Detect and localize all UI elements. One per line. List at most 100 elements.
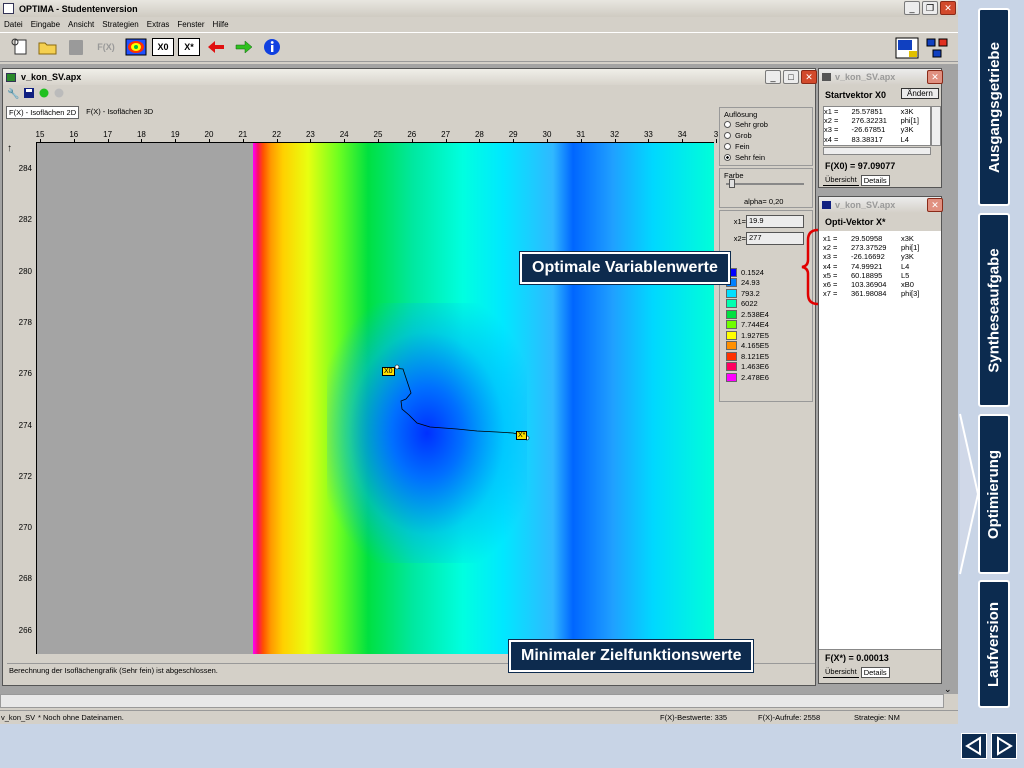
start-marker[interactable]: X0 [382, 367, 395, 376]
tab-uebersicht-opti[interactable]: Übersicht [823, 667, 859, 678]
radio-grob[interactable]: Grob [724, 130, 808, 141]
clipboard-icon[interactable] [64, 36, 88, 58]
vector-row: x1 = 25.57851 x3K [824, 107, 930, 116]
menu-datei[interactable]: Datei [0, 20, 27, 29]
start-vector-hscroll[interactable] [823, 147, 931, 155]
next-slide-icon[interactable] [991, 733, 1017, 761]
green-dot-icon[interactable] [39, 88, 49, 100]
opti-vector-close-icon[interactable]: ✕ [927, 198, 943, 212]
alpha-slider-thumb[interactable] [729, 179, 735, 188]
tab-uebersicht[interactable]: Übersicht [823, 175, 859, 186]
alpha-slider[interactable] [726, 183, 804, 185]
nav-tab-laufversion[interactable]: Laufversion [978, 580, 1010, 708]
active-tab-arrow [959, 413, 980, 575]
opti-vector-heading: Opti-Vektor X* [825, 217, 886, 227]
start-vector-heading: Startvektor X0 [825, 90, 887, 100]
vector-row-unit: L4 [901, 261, 910, 271]
x1-row: x1= 19.9 [724, 215, 808, 228]
radio-sehr-fein[interactable]: Sehr fein [724, 152, 808, 163]
legend-row: 793.2 [726, 288, 769, 299]
vector-row-unit: phi[1] [901, 243, 920, 253]
network-icon[interactable] [925, 37, 949, 61]
legend-row: 24.93 [726, 278, 769, 289]
title-bar: OPTIMA - Studentenversion [0, 0, 958, 17]
opti-vector-list: x1 = 29.50958 x3K x2 = 273.37529 phi[1] x3 = -2… [823, 234, 935, 298]
tab-details[interactable]: Details [860, 175, 890, 186]
open-folder-icon[interactable] [36, 36, 60, 58]
menu-hilfe[interactable]: Hilfe [209, 20, 233, 29]
toolbar-right [895, 37, 949, 61]
forward-arrow-icon[interactable] [232, 36, 256, 58]
y-tick-label: 268 [18, 574, 32, 584]
isoplot-icon[interactable] [124, 36, 148, 58]
scroll-down-icon[interactable]: ⌄ [944, 684, 956, 696]
vector-row-unit: y3K [900, 125, 914, 135]
start-vector-close-icon[interactable]: ✕ [927, 70, 943, 84]
tab-isoflaechen-2d[interactable]: F(X) - Isoflächen 2D [6, 106, 80, 119]
back-arrow-icon[interactable] [204, 36, 228, 58]
change-button[interactable]: Ändern [901, 88, 939, 99]
window-icon [6, 72, 16, 82]
nav-tab-syntheseaufgabe[interactable]: Syntheseaufgabe [978, 213, 1010, 407]
nav-tab-ausgangsgetriebe[interactable]: Ausgangsgetriebe [978, 8, 1010, 206]
start-vector-list: x1 = 25.57851 x3K x2 = 276.32231 phi[1] x3 = -2… [823, 106, 931, 146]
vector-row-unit: L4 [900, 134, 909, 144]
tool-icon[interactable]: 🔧 [7, 89, 19, 100]
mdi-hscrollbar[interactable] [0, 694, 944, 708]
radio-icon [724, 143, 731, 150]
y-tick-label: 280 [18, 266, 32, 276]
tab-isoflaechen-3d[interactable]: F(X) - Isoflächen 3D [82, 106, 157, 119]
child-close-icon[interactable]: ✕ [801, 70, 817, 84]
gray-dot-icon[interactable] [54, 88, 64, 100]
menu-strategien[interactable]: Strategien [98, 20, 142, 29]
isoplot-area[interactable]: X0 X* [36, 142, 714, 654]
vector-row-name: x4 = [823, 261, 838, 271]
radio-fein-label: Fein [735, 142, 750, 151]
vector-row-unit: xB0 [901, 280, 914, 290]
optimum-marker[interactable]: X* [516, 431, 528, 440]
restore-icon[interactable]: ❐ [922, 1, 938, 15]
start-vector-scrollbar[interactable] [931, 106, 941, 146]
close-icon[interactable]: ✕ [940, 1, 956, 15]
x-tick-label: 27 [441, 130, 451, 139]
callout-minimal-objective: Minimaler Zielfunktionswerte [509, 640, 754, 672]
x-tick-label: 32 [610, 130, 620, 139]
radio-sehr-fein-label: Sehr fein [735, 153, 766, 162]
opti-vector-window-title: v_kon_SV.apx [835, 200, 896, 210]
legend-value: 1.463E6 [741, 362, 769, 372]
vector-row-name: x1 = [824, 107, 839, 116]
menu-eingabe[interactable]: Eingabe [27, 20, 64, 29]
nav-tab-optimierung[interactable]: Optimierung [978, 414, 1010, 574]
x-tick-label: 18 [136, 130, 146, 139]
legend-row: 0.1524 [726, 267, 769, 278]
xstar-button[interactable]: X* [178, 38, 200, 56]
x1-field[interactable]: 19.9 [746, 215, 804, 228]
new-file-icon[interactable] [8, 36, 32, 58]
x-tick-label: 16 [69, 130, 79, 139]
x-tick-label: 28 [474, 130, 484, 139]
app-window: OPTIMA - Studentenversion _ ❐ ✕ Datei Ei… [0, 0, 958, 724]
menu-fenster[interactable]: Fenster [173, 20, 208, 29]
radio-sehr-grob[interactable]: Sehr grob [724, 119, 808, 130]
opti-fx-label: F(X*) = 0.00013 [825, 653, 889, 663]
x2-field[interactable]: 277 [746, 232, 804, 245]
info-icon[interactable] [260, 36, 284, 58]
child-minimize-icon[interactable]: _ [765, 70, 781, 84]
status-file: v_kon_SV [1, 713, 36, 722]
legend-row: 2.538E4 [726, 309, 769, 320]
prev-slide-icon[interactable] [961, 733, 987, 761]
radio-fein[interactable]: Fein [724, 141, 808, 152]
nav-tab-syntheseaufgabe-label: Syntheseaufgabe [985, 247, 1003, 373]
legend-value: 7.744E4 [741, 320, 769, 330]
child-maximize-icon[interactable]: □ [783, 70, 799, 84]
save-icon[interactable] [24, 88, 35, 100]
vector-row: x2 = 276.32231 phi[1] [824, 116, 930, 125]
vector-row-name: x3 = [823, 252, 838, 262]
fx-button[interactable]: F(X) [92, 36, 120, 58]
minimize-icon[interactable]: _ [904, 1, 920, 15]
x0-button[interactable]: X0 [152, 38, 174, 56]
start-vector-tabs: Übersicht Details [823, 175, 890, 186]
menu-extras[interactable]: Extras [143, 20, 174, 29]
menu-ansicht[interactable]: Ansicht [64, 20, 98, 29]
tab-details-opti[interactable]: Details [860, 667, 890, 678]
